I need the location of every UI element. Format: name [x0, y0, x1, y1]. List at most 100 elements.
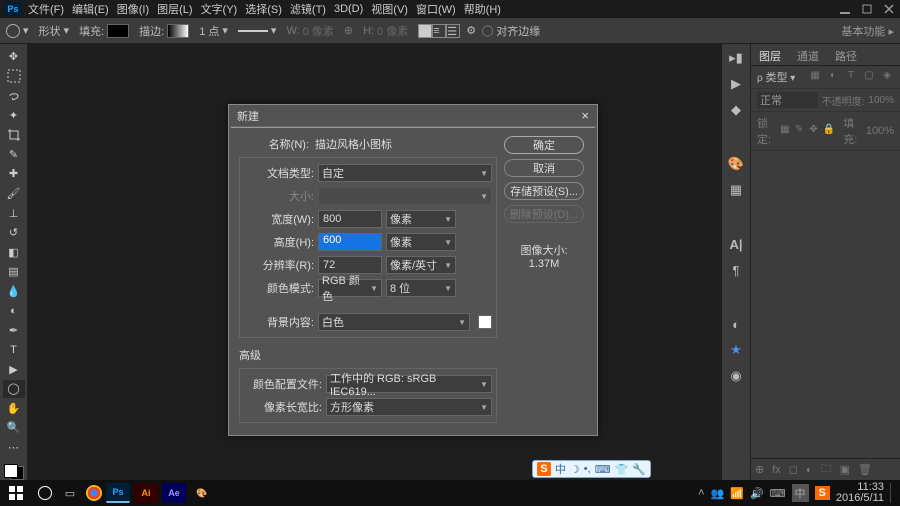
tray-keyboard-icon[interactable]: ⌨: [770, 487, 786, 500]
menu-window[interactable]: 窗口(W): [416, 1, 456, 17]
ime-punct-icon[interactable]: •,: [584, 463, 591, 475]
tab-paths[interactable]: 路径: [827, 44, 865, 65]
minimize-icon[interactable]: [838, 4, 852, 14]
cancel-button[interactable]: 取消: [504, 159, 584, 177]
taskbar-chrome[interactable]: [86, 485, 102, 501]
menu-edit[interactable]: 编辑(E): [72, 1, 109, 17]
taskbar-illustrator[interactable]: Ai: [134, 483, 158, 503]
pen-tool[interactable]: ✒: [3, 321, 25, 339]
taskbar-paint[interactable]: 🎨: [190, 483, 214, 503]
lock-pos-icon[interactable]: ✥: [808, 124, 818, 138]
bg-swatch[interactable]: [478, 315, 492, 329]
path-op-icon[interactable]: [418, 24, 432, 38]
eyedropper-tool[interactable]: ✎: [3, 146, 25, 164]
filter-pixel-icon[interactable]: ▦: [808, 70, 822, 84]
taskbar-photoshop[interactable]: Ps: [106, 483, 130, 503]
edit-toolbar[interactable]: ⋯: [3, 439, 25, 457]
mask-icon[interactable]: ◻: [789, 463, 798, 476]
close-icon[interactable]: [882, 4, 896, 14]
color-panel-icon[interactable]: 🎨: [728, 156, 744, 172]
actions-panel-icon[interactable]: ▶: [728, 76, 744, 92]
align-edges-check[interactable]: ◯ 对齐边缘: [482, 23, 540, 39]
tray-ime-icon[interactable]: 中: [792, 484, 809, 502]
heal-tool[interactable]: ✚: [3, 165, 25, 183]
ok-button[interactable]: 确定: [504, 136, 584, 154]
taskview-icon[interactable]: ▭: [58, 483, 82, 503]
brush-tool[interactable]: 🖌: [3, 185, 25, 203]
wand-tool[interactable]: ✦: [3, 107, 25, 125]
trash-icon[interactable]: 🗑: [858, 463, 872, 476]
cortana-icon[interactable]: [38, 486, 52, 500]
gear-icon[interactable]: ⚙: [466, 24, 476, 37]
zoom-tool[interactable]: 🔍: [3, 419, 25, 437]
ime-toolbar[interactable]: S 中 ☽ •, ⌨ 👕 🔧: [532, 460, 651, 478]
styles-panel-icon[interactable]: ★: [728, 342, 744, 358]
filter-type-icon[interactable]: T: [844, 70, 858, 84]
eraser-tool[interactable]: ◧: [3, 243, 25, 261]
lock-all-icon[interactable]: 🔒: [823, 124, 835, 138]
sogou-icon[interactable]: S: [537, 462, 551, 476]
path-select-tool[interactable]: ▶: [3, 361, 25, 379]
align-icon[interactable]: ≡: [432, 24, 446, 38]
history-panel-icon[interactable]: ▸▮: [728, 50, 744, 66]
width-value[interactable]: 0 像素: [303, 23, 334, 39]
fill-value[interactable]: 100%: [866, 125, 894, 137]
height-unit[interactable]: 像素▼: [386, 233, 456, 251]
ime-moon-icon[interactable]: ☽: [570, 463, 580, 476]
ellipse-tool[interactable]: ◯: [3, 380, 25, 398]
move-tool[interactable]: ✥: [3, 48, 25, 66]
ime-lang[interactable]: 中: [555, 461, 566, 477]
opacity-value[interactable]: 100%: [868, 95, 894, 106]
dodge-tool[interactable]: ◐: [3, 302, 25, 320]
blend-mode[interactable]: 正常: [757, 92, 818, 108]
tray-network-icon[interactable]: 📶: [730, 487, 744, 500]
ime-skin-icon[interactable]: 👕: [615, 463, 629, 476]
adjustments-panel-icon[interactable]: ◐: [728, 316, 744, 332]
swatches-panel-icon[interactable]: ▦: [728, 182, 744, 198]
lock-paint-icon[interactable]: ✎: [794, 124, 804, 138]
resolution-unit[interactable]: 像素/英寸▼: [386, 256, 456, 274]
blur-tool[interactable]: 💧: [3, 282, 25, 300]
menu-layer[interactable]: 图层(L): [157, 1, 192, 17]
bg-select[interactable]: 白色▼: [318, 313, 470, 331]
tray-up-icon[interactable]: ˄: [698, 487, 704, 499]
save-preset-button[interactable]: 存储预设(S)...: [504, 182, 584, 200]
menu-3d[interactable]: 3D(D): [334, 3, 363, 15]
type-tool[interactable]: T: [3, 341, 25, 359]
gradient-tool[interactable]: ▤: [3, 263, 25, 281]
tab-layers[interactable]: 图层: [751, 44, 789, 65]
stroke-style[interactable]: ▾: [238, 24, 277, 37]
filter-shape-icon[interactable]: ▢: [862, 70, 876, 84]
paragraph-panel-icon[interactable]: ¶: [728, 262, 744, 278]
ime-keyboard-icon[interactable]: ⌨: [595, 463, 611, 476]
fill-swatch[interactable]: [107, 24, 129, 38]
profile-select[interactable]: 工作中的 RGB: sRGB IEC619...▼: [326, 375, 492, 393]
tab-channels[interactable]: 通道: [789, 44, 827, 65]
stroke-swatch[interactable]: [167, 24, 189, 38]
preset-select[interactable]: 自定▼: [318, 164, 492, 182]
menu-file[interactable]: 文件(F): [28, 1, 64, 17]
stroke-width[interactable]: 1 点 ▾: [199, 23, 228, 39]
name-field[interactable]: 描边风格小图标: [313, 136, 497, 152]
width-field[interactable]: [318, 210, 382, 228]
maximize-icon[interactable]: [860, 4, 874, 14]
menu-filter[interactable]: 滤镜(T): [290, 1, 326, 17]
height-field[interactable]: 600: [318, 233, 382, 251]
fx-icon[interactable]: fx: [772, 464, 781, 476]
tray-sogou-icon[interactable]: S: [815, 486, 830, 500]
show-desktop[interactable]: [890, 483, 896, 503]
group-icon[interactable]: 🗀: [821, 460, 832, 479]
taskbar-clock[interactable]: 11:332016/5/11: [836, 482, 884, 504]
shape-mode[interactable]: 形状 ▾: [39, 23, 70, 39]
color-swatches[interactable]: [4, 464, 24, 480]
dialog-close-icon[interactable]: ×: [581, 108, 589, 123]
marquee-tool[interactable]: [3, 68, 25, 86]
stamp-tool[interactable]: ⊥: [3, 204, 25, 222]
lock-trans-icon[interactable]: ▦: [780, 124, 790, 138]
ime-tool-icon[interactable]: 🔧: [632, 463, 646, 476]
history-brush-tool[interactable]: ↺: [3, 224, 25, 242]
hand-tool[interactable]: ✋: [3, 400, 25, 418]
filter-adjust-icon[interactable]: ◐: [826, 70, 840, 84]
link-layers-icon[interactable]: ⊕: [755, 463, 764, 476]
lasso-tool[interactable]: [3, 87, 25, 105]
